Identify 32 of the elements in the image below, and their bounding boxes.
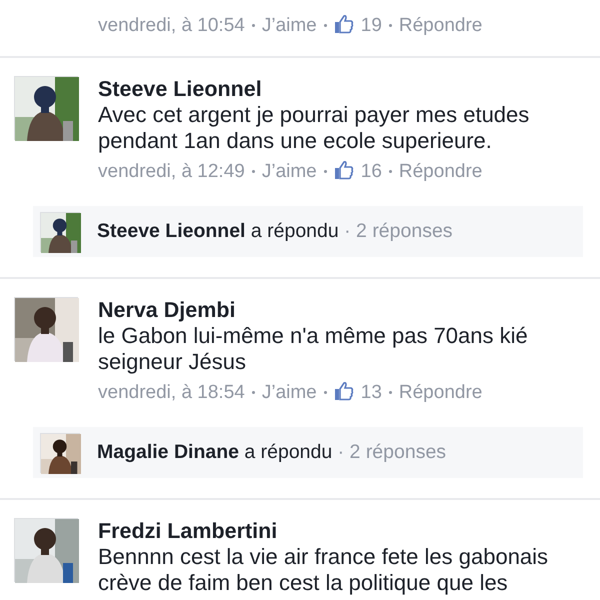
separator-dot bbox=[388, 24, 392, 28]
reply-link[interactable]: Répondre bbox=[398, 160, 482, 184]
timestamp: vendredi, à 12:49 bbox=[98, 160, 245, 184]
like-count: 19 bbox=[360, 14, 382, 38]
separator-dot bbox=[324, 170, 327, 174]
author-name[interactable]: Fredzi Lambertini bbox=[98, 518, 573, 544]
reply-link[interactable]: Répondre bbox=[398, 14, 482, 38]
separator-dot bbox=[252, 24, 255, 28]
separator-dot bbox=[252, 170, 255, 174]
separator-dot bbox=[388, 170, 392, 174]
replies-summary[interactable]: Steeve Lieonnel a répondu · 2 réponses bbox=[33, 206, 583, 257]
author-name[interactable]: Steeve Lieonnel bbox=[98, 76, 573, 102]
like-link[interactable]: J’aime bbox=[262, 14, 317, 38]
like-count: 13 bbox=[360, 381, 382, 405]
separator-dot bbox=[388, 391, 392, 394]
thumbs-up-icon bbox=[334, 160, 354, 180]
separator-dot bbox=[324, 24, 327, 28]
thumbs-up-icon bbox=[334, 14, 354, 34]
author-name[interactable]: Nerva Djembi bbox=[98, 297, 573, 323]
reply-link[interactable]: Répondre bbox=[398, 381, 482, 405]
timestamp: vendredi, à 18:54 bbox=[98, 381, 245, 405]
timestamp: vendredi, à 10:54 bbox=[98, 14, 245, 38]
replies-summary[interactable]: Magalie Dinane a répondu · 2 réponses bbox=[33, 427, 583, 478]
comment-text: Bennnn cest la vie air france fete les gabonais crève de faim ben cest la politique que les bbox=[98, 544, 550, 596]
thumbs-up-icon bbox=[334, 381, 354, 401]
like-link[interactable]: J’aime bbox=[262, 160, 317, 184]
like-link[interactable]: J’aime bbox=[262, 381, 317, 405]
like-count: 16 bbox=[360, 160, 382, 184]
separator-dot bbox=[252, 391, 255, 394]
separator-dot bbox=[324, 391, 327, 394]
comment-text: Avec cet argent je pourrai payer mes etudes pendant 1an dans une ecole superieure. bbox=[98, 102, 530, 154]
comment-text: le Gabon lui-même n'a même pas 70ans kié seigneur Jésus bbox=[98, 323, 529, 375]
